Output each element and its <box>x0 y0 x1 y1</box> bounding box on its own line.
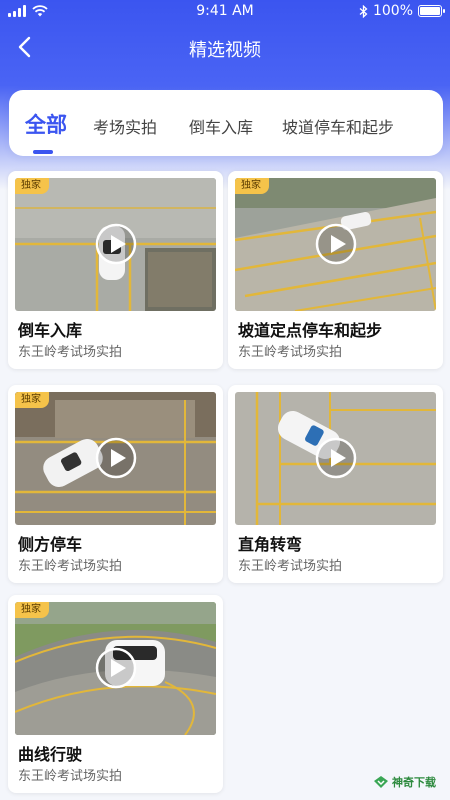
video-card-2[interactable]: 独家 坡道定点停车和起步 东王岭考试场实拍 <box>228 171 443 369</box>
watermark-text: 神奇下载 <box>392 776 436 789</box>
battery-level <box>420 7 440 15</box>
tab-all[interactable]: 全部 <box>25 109 67 139</box>
exclusive-badge: 独家 <box>235 178 269 194</box>
play-icon[interactable] <box>95 223 137 265</box>
video-thumbnail: 独家 <box>15 178 216 311</box>
active-tab-indicator <box>33 150 53 154</box>
video-title: 曲线行驶 <box>18 745 83 764</box>
video-subtitle: 东王岭考试场实拍 <box>238 345 343 360</box>
category-tabs: 全部 考场实拍 倒车入库 坡道停车和起步 <box>9 90 443 156</box>
tab-exam-site[interactable]: 考场实拍 <box>93 114 157 138</box>
video-card-5[interactable]: 独家 曲线行驶 东王岭考试场实拍 <box>8 595 223 793</box>
video-title: 侧方停车 <box>18 535 83 554</box>
play-icon[interactable] <box>315 437 357 479</box>
video-card-3[interactable]: 独家 侧方停车 东王岭考试场实拍 <box>8 385 223 583</box>
status-bar: 9:41 AM 100% <box>0 0 450 24</box>
video-title: 倒车入库 <box>18 321 83 340</box>
play-icon[interactable] <box>95 647 137 689</box>
tab-reverse-parking[interactable]: 倒车入库 <box>189 114 253 138</box>
video-thumbnail: 独家 <box>15 602 216 735</box>
watermark: 神奇下载 <box>373 774 436 790</box>
battery-percent: 100% <box>372 3 413 19</box>
exclusive-badge: 独家 <box>15 392 49 408</box>
battery-icon <box>418 5 445 17</box>
video-subtitle: 东王岭考试场实拍 <box>18 559 123 574</box>
play-icon[interactable] <box>315 223 357 265</box>
page-title: 精选视频 <box>189 40 261 61</box>
status-right: 100% <box>359 3 445 19</box>
exclusive-badge: 独家 <box>15 178 49 194</box>
tab-slope-parking[interactable]: 坡道停车和起步 <box>282 114 394 138</box>
video-card-1[interactable]: 独家 倒车入库 东王岭考试场实拍 <box>8 171 223 369</box>
video-thumbnail: 独家 <box>235 178 436 311</box>
video-card-4[interactable]: 直角转弯 东王岭考试场实拍 <box>228 385 443 583</box>
nav-bar: 精选视频 <box>0 24 450 70</box>
watermark-logo-icon <box>374 776 388 788</box>
video-subtitle: 东王岭考试场实拍 <box>18 345 123 360</box>
bluetooth-icon <box>359 4 368 18</box>
video-title: 坡道定点停车和起步 <box>238 321 383 340</box>
video-subtitle: 东王岭考试场实拍 <box>18 769 123 784</box>
video-thumbnail: 独家 <box>15 392 216 525</box>
video-subtitle: 东王岭考试场实拍 <box>238 559 343 574</box>
play-icon[interactable] <box>95 437 137 479</box>
exclusive-badge: 独家 <box>15 602 49 618</box>
video-thumbnail <box>235 392 436 525</box>
video-title: 直角转弯 <box>238 535 303 554</box>
